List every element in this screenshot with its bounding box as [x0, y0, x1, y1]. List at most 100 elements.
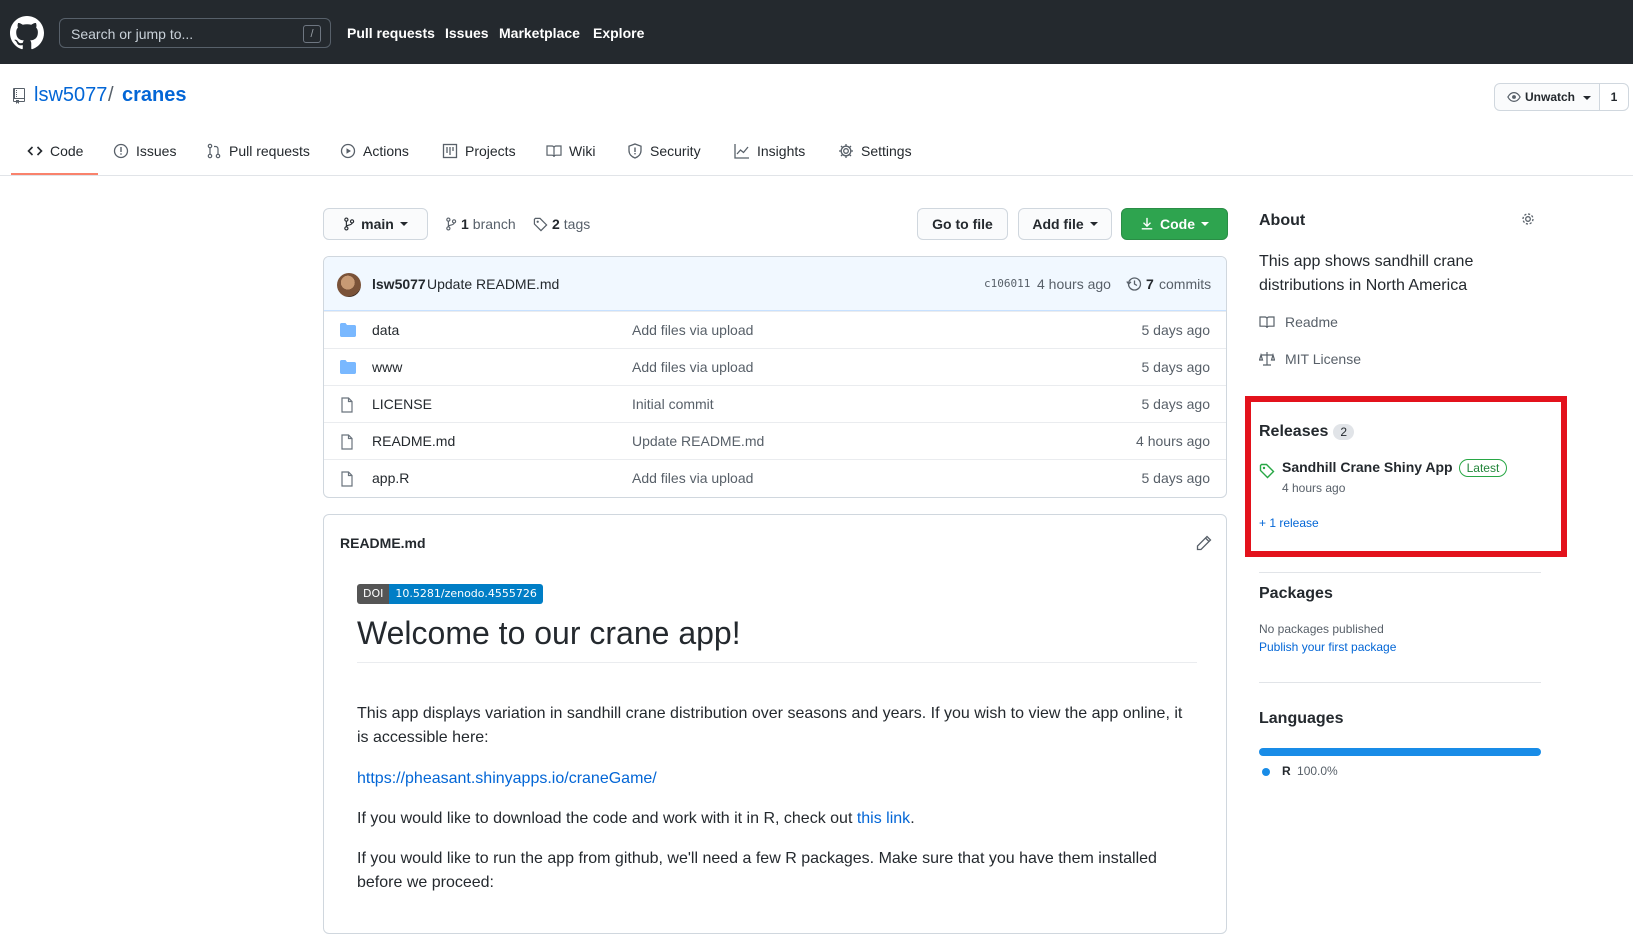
active-tab-indicator: [11, 173, 98, 175]
tab-projects[interactable]: Projects: [442, 143, 516, 159]
language-percent: 100.0%: [1297, 764, 1338, 778]
issue-icon: [113, 143, 129, 159]
readme-paragraph: https://pheasant.shinyapps.io/craneGame/: [357, 767, 1197, 791]
nav-issues[interactable]: Issues: [445, 25, 489, 41]
eye-icon: [1506, 90, 1522, 107]
nav-explore[interactable]: Explore: [593, 25, 644, 41]
readme-text: If you would like to download the code a…: [357, 810, 857, 827]
file-row-readme[interactable]: README.md Update README.md 4 hours ago: [324, 422, 1226, 459]
readme-heading: Welcome to our crane app!: [357, 615, 1197, 663]
tab-settings-label: Settings: [861, 143, 912, 159]
tag-word: tags: [563, 216, 591, 232]
file-icon: [341, 397, 353, 413]
packages-heading[interactable]: Packages: [1259, 585, 1333, 603]
chevron-down-icon: [399, 222, 408, 226]
tab-issues[interactable]: Issues: [113, 143, 176, 159]
tab-settings[interactable]: Settings: [838, 143, 912, 159]
unwatch-button[interactable]: Unwatch: [1494, 83, 1600, 111]
file-commit-message[interactable]: Initial commit: [632, 396, 714, 412]
file-name[interactable]: www: [372, 359, 402, 375]
repo-description: This app shows sandhill crane distributi…: [1259, 253, 1474, 294]
language-item-r[interactable]: R 100.0%: [1282, 764, 1338, 778]
tab-projects-label: Projects: [465, 143, 516, 159]
commits-word[interactable]: commits: [1159, 276, 1211, 292]
file-age: 5 days ago: [1141, 322, 1211, 338]
latest-release-name: Sandhill Crane Shiny App: [1282, 459, 1453, 475]
commit-sha[interactable]: c106011: [984, 277, 1030, 290]
file-icon: [341, 471, 353, 487]
folder-icon: [340, 360, 356, 374]
commit-author[interactable]: lsw5077: [372, 276, 426, 292]
tags-link[interactable]: 2 tags: [533, 216, 590, 232]
commit-count[interactable]: 7: [1146, 276, 1154, 292]
code-download-button[interactable]: Code: [1121, 208, 1228, 240]
commit-message[interactable]: Update README.md: [427, 276, 559, 292]
repo-owner-link[interactable]: lsw5077: [34, 84, 107, 107]
tab-security[interactable]: Security: [627, 143, 701, 159]
tab-pull-requests[interactable]: Pull requests: [206, 143, 310, 159]
license-link[interactable]: MIT License: [1259, 351, 1361, 367]
branch-select-button[interactable]: main: [323, 208, 428, 240]
download-icon: [1141, 217, 1153, 230]
add-file-button[interactable]: Add file: [1018, 208, 1112, 240]
file-name[interactable]: app.R: [372, 470, 409, 486]
avatar[interactable]: [337, 273, 361, 297]
branch-word: branch: [472, 216, 516, 232]
publish-package-link[interactable]: Publish your first package: [1259, 640, 1396, 654]
nav-marketplace[interactable]: Marketplace: [499, 25, 580, 41]
branches-link[interactable]: 1 branch: [445, 216, 516, 232]
app-url-link[interactable]: https://pheasant.shinyapps.io/craneGame/: [357, 770, 657, 787]
add-file-label: Add file: [1032, 216, 1084, 232]
readme-title[interactable]: README.md: [340, 535, 426, 551]
file-commit-message[interactable]: Update README.md: [632, 433, 764, 449]
folder-icon: [340, 323, 356, 337]
download-code-link[interactable]: this link: [857, 810, 910, 827]
tab-wiki[interactable]: Wiki: [546, 143, 595, 159]
go-to-file-button[interactable]: Go to file: [917, 208, 1008, 240]
commit-time: 4 hours ago: [1037, 276, 1111, 292]
search-input[interactable]: Search or jump to... /: [59, 18, 331, 48]
gear-icon: [839, 144, 853, 158]
latest-badge: Latest: [1458, 459, 1508, 477]
releases-heading[interactable]: Releases 2: [1259, 423, 1355, 441]
pencil-icon[interactable]: [1196, 535, 1212, 551]
repo-name-link[interactable]: cranes: [122, 84, 187, 107]
readme-link[interactable]: Readme: [1259, 314, 1338, 330]
doi-badge[interactable]: DOI 10.5281/zenodo.4555726: [357, 584, 543, 604]
file-row-data[interactable]: data Add files via upload 5 days ago: [324, 311, 1226, 348]
more-releases-link[interactable]: + 1 release: [1259, 516, 1319, 530]
gear-icon[interactable]: [1520, 211, 1536, 227]
file-row-www[interactable]: www Add files via upload 5 days ago: [324, 348, 1226, 385]
nav-pull-requests[interactable]: Pull requests: [347, 25, 435, 41]
tab-actions-label: Actions: [363, 143, 409, 159]
watchers-count[interactable]: 1: [1599, 83, 1629, 111]
doi-badge-value: 10.5281/zenodo.4555726: [389, 584, 543, 604]
file-commit-message[interactable]: Add files via upload: [632, 359, 753, 375]
tag-icon: [1259, 463, 1275, 479]
file-name[interactable]: LICENSE: [372, 396, 432, 412]
tab-actions[interactable]: Actions: [340, 143, 409, 159]
file-name[interactable]: README.md: [372, 433, 455, 449]
shield-icon: [628, 143, 642, 159]
tab-insights[interactable]: Insights: [734, 143, 805, 159]
file-age: 5 days ago: [1141, 396, 1211, 412]
file-commit-message[interactable]: Add files via upload: [632, 322, 753, 338]
file-row-app-r[interactable]: app.R Add files via upload 5 days ago: [324, 459, 1226, 496]
sidebar-divider: [1259, 682, 1541, 683]
file-commit-message[interactable]: Add files via upload: [632, 470, 753, 486]
file-name[interactable]: data: [372, 322, 399, 338]
github-logo-icon[interactable]: [10, 16, 44, 50]
tab-code-label: Code: [50, 143, 84, 159]
tab-code[interactable]: Code: [27, 143, 83, 159]
history-icon: [1126, 277, 1142, 291]
file-age: 5 days ago: [1141, 470, 1211, 486]
latest-release[interactable]: Sandhill Crane Shiny App Latest: [1282, 459, 1508, 477]
tag-count: 2: [552, 216, 560, 232]
file-row-license[interactable]: LICENSE Initial commit 5 days ago: [324, 385, 1226, 422]
file-age: 4 hours ago: [1136, 433, 1210, 449]
readme-link-label: Readme: [1285, 314, 1338, 330]
no-packages-text: No packages published: [1259, 622, 1384, 636]
tab-pull-requests-label: Pull requests: [229, 143, 310, 159]
tab-insights-label: Insights: [757, 143, 806, 159]
readme-paragraph: This app displays variation in sandhill …: [357, 705, 1183, 746]
